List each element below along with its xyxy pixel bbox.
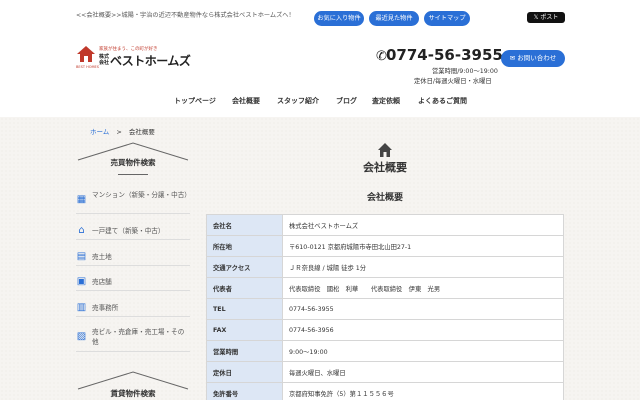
- breadcrumb-home[interactable]: ホーム: [90, 128, 109, 136]
- sidebar-item-label: 売事務所: [92, 304, 119, 312]
- table-row: TEL 0774-56-3955: [206, 298, 564, 320]
- sidebar-item-land[interactable]: ▤ 売土地: [76, 250, 190, 266]
- row-value: 0774-56-3956: [282, 319, 564, 341]
- table-row: 免許番号 京都府知事免許（5）第１１５５６号: [206, 382, 564, 400]
- breadcrumb-sep: >: [116, 128, 122, 136]
- land-icon: ▤: [76, 251, 87, 262]
- breadcrumb-current: 会社概要: [128, 128, 155, 136]
- sale-search-divider: [118, 174, 148, 175]
- table-row: 定休日 毎週火曜日、水曜日: [206, 361, 564, 383]
- sale-search-title: 売買物件検索: [110, 158, 156, 167]
- warehouse-icon: ▨: [76, 331, 87, 342]
- table-row: FAX 0774-56-3956: [206, 319, 564, 341]
- table-row: 代表者 代表取締役 國松 利華 代表取締役 伊東 光男: [206, 277, 564, 299]
- company-info-table: 会社名 株式会社ベストホームズ 所在地 〒610-0121 京都府城陽市寺田北山田2…: [206, 214, 564, 400]
- phone-number[interactable]: ✆0774-56-3955: [376, 46, 503, 64]
- global-nav: トップページ 会社概要 スタッフ紹介 ブログ 査定依頼 よくあるご質問: [0, 96, 640, 112]
- page-title: 会社概要: [363, 161, 407, 174]
- table-row: 会社名 株式会社ベストホームズ: [206, 214, 564, 236]
- row-value: 代表取締役 國松 利華 代表取締役 伊東 光男: [282, 277, 564, 299]
- sidebar-item-label: マンション（新築・分譲・中古）: [92, 191, 191, 199]
- row-value: ＪＲ奈良線 / 城陽 徒歩 1分: [282, 256, 564, 278]
- row-key: 代表者: [206, 277, 283, 299]
- sidebar-item-office[interactable]: ▥ 売事務所: [76, 301, 190, 317]
- sidebar-item-label: 売ビル・売倉庫・売工場・その他: [92, 328, 185, 346]
- logo-name: ベストホームズ: [110, 54, 191, 68]
- store-icon: ▣: [76, 276, 87, 287]
- closed-days: 定休日/毎週火曜日・水曜日: [414, 78, 492, 85]
- top-bar: <<会社概要>>城陽・宇治の近辺不動産物件なら株式会社ベストホームズへ！ お気に…: [0, 0, 640, 36]
- nav-item-company[interactable]: 会社概要: [232, 96, 260, 106]
- x-post-button[interactable]: 𝕏 ポスト: [527, 12, 565, 23]
- row-key: TEL: [206, 298, 283, 320]
- logo-kabushiki: 株式会社: [99, 54, 110, 66]
- nav-item-top[interactable]: トップページ: [174, 96, 216, 106]
- section-title: 会社概要: [366, 193, 403, 203]
- logo-sub: BEST HOMES: [76, 65, 99, 69]
- sidebar-roof-decoration: [77, 371, 189, 390]
- sidebar-item-mansion[interactable]: ▦ マンション（新築・分譲・中古）: [76, 190, 191, 214]
- favorites-button[interactable]: お気に入り物件: [314, 11, 364, 26]
- sitemap-button[interactable]: サイトマップ: [424, 11, 470, 26]
- row-key: 所在地: [206, 235, 283, 257]
- building-icon: ▦: [76, 194, 87, 205]
- breadcrumb: ホーム > 会社概要: [90, 126, 155, 136]
- row-key: 交通アクセス: [206, 256, 283, 278]
- row-value: 毎週火曜日、水曜日: [282, 361, 564, 383]
- row-key: 定休日: [206, 361, 283, 383]
- nav-item-blog[interactable]: ブログ: [336, 96, 357, 106]
- business-hours: 営業時間/9:00～19:00: [432, 68, 498, 75]
- nav-item-appraisal[interactable]: 査定依頼: [372, 96, 400, 106]
- house-icon: ⌂: [78, 225, 85, 236]
- row-value: 株式会社ベストホームズ: [282, 214, 564, 236]
- row-key: FAX: [206, 319, 283, 341]
- roof-logo-icon: [77, 46, 95, 62]
- house-icon: [378, 143, 392, 157]
- sidebar-item-building[interactable]: ▨ 売ビル・売倉庫・売工場・その他: [76, 326, 190, 352]
- row-key: 営業時間: [206, 340, 283, 362]
- table-row: 交通アクセス ＪＲ奈良線 / 城陽 徒歩 1分: [206, 256, 564, 278]
- row-key: 免許番号: [206, 382, 283, 400]
- office-icon: ▥: [76, 302, 87, 313]
- row-value: 0774-56-3955: [282, 298, 564, 320]
- recent-button[interactable]: 最近見た物件: [369, 11, 419, 26]
- contact-label: お問い合わせ: [517, 54, 557, 62]
- phone-text: 0774-56-3955: [386, 46, 503, 64]
- row-value: 京都府知事免許（5）第１１５５６号: [282, 382, 564, 400]
- nav-item-faq[interactable]: よくあるご質問: [418, 96, 467, 106]
- sidebar-item-label: 一戸建て（新築・中古）: [92, 227, 165, 235]
- contact-button[interactable]: ✉ お問い合わせ: [501, 50, 565, 67]
- sidebar-item-store[interactable]: ▣ 売店舗: [76, 275, 190, 291]
- row-value: 9:00～19:00: [282, 340, 564, 362]
- rent-search-title: 賃貸物件検索: [110, 389, 156, 398]
- sidebar-item-label: 売土地: [92, 253, 112, 261]
- row-key: 会社名: [206, 214, 283, 236]
- site-logo[interactable]: 家族が住まう、この町が好き 株式会社 ベストホームズ BEST HOMES: [76, 44, 198, 72]
- table-row: 営業時間 9:00～19:00: [206, 340, 564, 362]
- site-tagline: <<会社概要>>城陽・宇治の近辺不動産物件なら株式会社ベストホームズへ！: [76, 12, 295, 19]
- sidebar-item-house[interactable]: ⌂ 一戸建て（新築・中古）: [76, 224, 190, 240]
- table-row: 所在地 〒610-0121 京都府城陽市寺田北山田27-1: [206, 235, 564, 257]
- row-value: 〒610-0121 京都府城陽市寺田北山田27-1: [282, 235, 564, 257]
- phone-icon: ✆: [376, 49, 387, 64]
- nav-item-staff[interactable]: スタッフ紹介: [277, 96, 319, 106]
- sidebar-item-label: 売店舗: [92, 278, 112, 286]
